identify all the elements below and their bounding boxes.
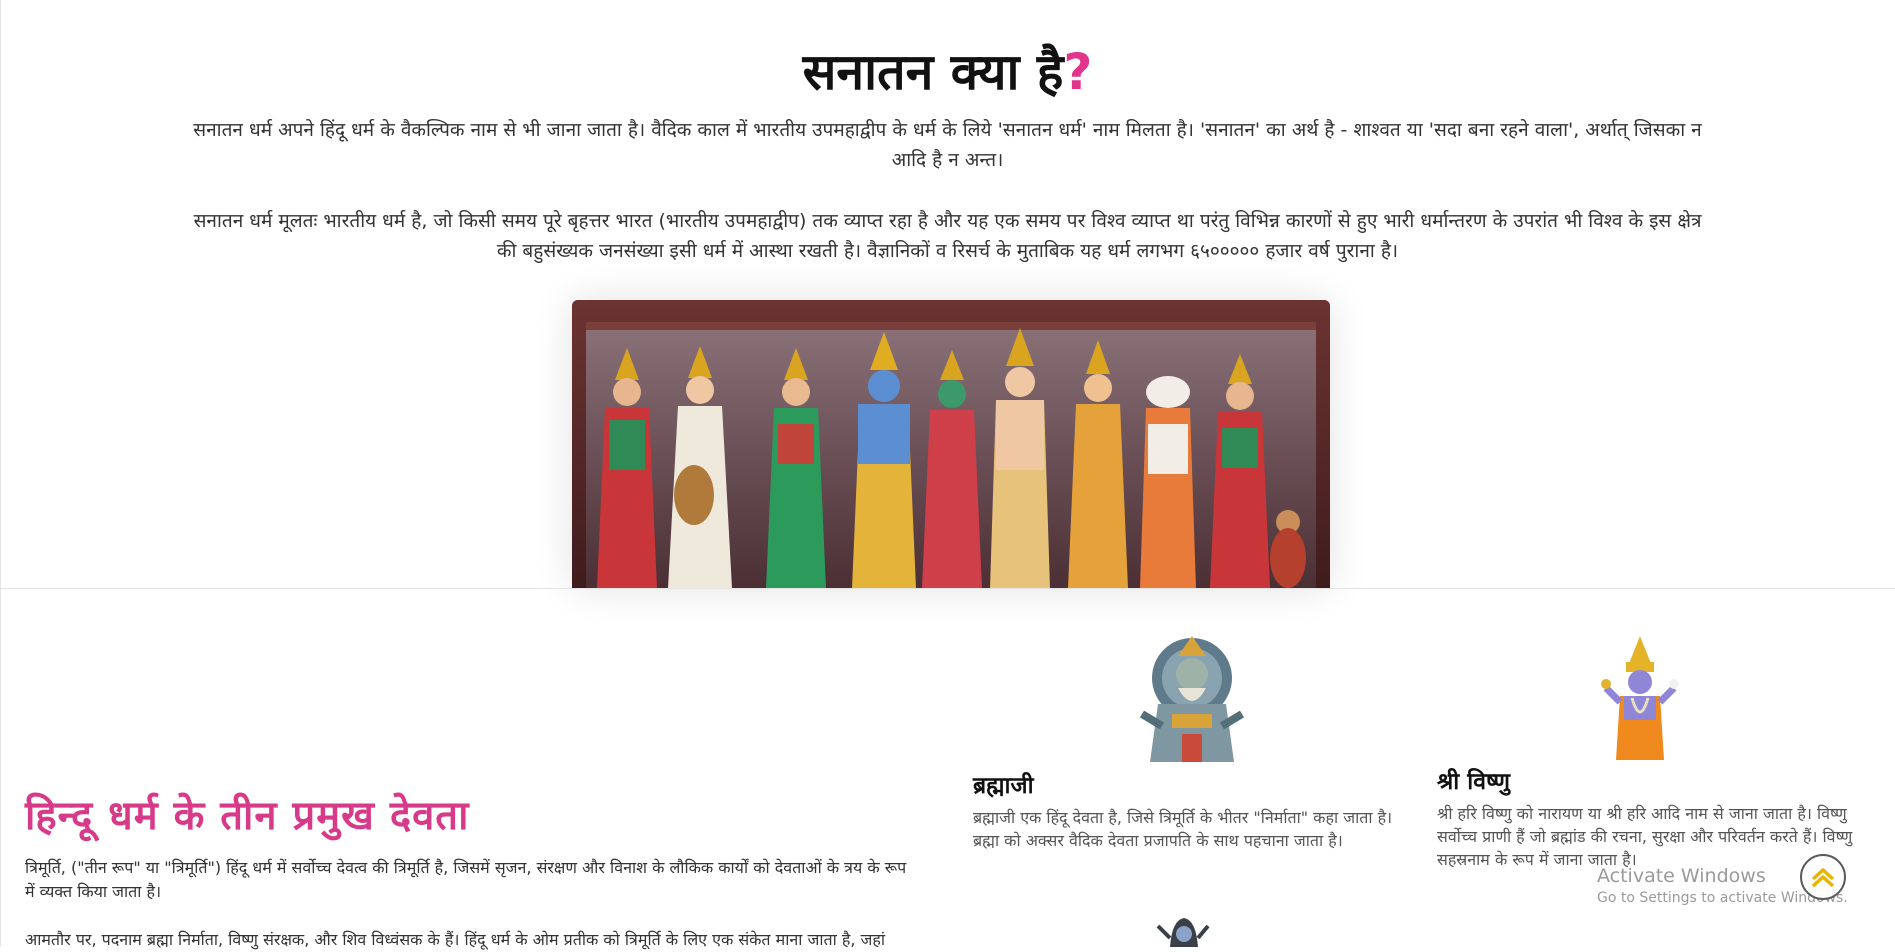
scroll-to-top-button[interactable] [1800, 854, 1846, 900]
deities-hero-image [572, 300, 1330, 588]
brahma-image [1139, 636, 1245, 762]
trimurti-paragraph-1: त्रिमूर्ति, ("तीन रूप" या "त्रिमूर्ति") … [25, 858, 907, 901]
sanatan-intro-section: सनातन क्या है? सनातन धर्म अपने हिंदू धर्… [0, 0, 1895, 588]
intro-paragraph-1: सनातन धर्म अपने हिंदू धर्म के वैकल्पिक न… [193, 119, 1702, 171]
chevron-up-icon [1811, 868, 1835, 888]
vishnu-image [1601, 636, 1679, 760]
page-title-question-mark: ? [1063, 43, 1093, 101]
page-title-text: सनातन क्या है [802, 43, 1064, 101]
trimurti-heading: हिन्दू धर्म के तीन प्रमुख देवता [25, 793, 470, 839]
intro-paragraph-2: सनातन धर्म मूलतः भारतीय धर्म है, जो किसी… [193, 210, 1702, 262]
brahma-name: ब्रह्माजी [973, 773, 1034, 799]
brahma-description: ब्रह्माजी एक हिंदू देवता है, जिसे त्रिमू… [973, 808, 1393, 850]
section-divider [0, 588, 1895, 589]
shiva-image [1156, 918, 1210, 947]
page-title: सनातन क्या है? [0, 42, 1895, 102]
vishnu-name: श्री विष्णु [1437, 769, 1511, 795]
trimurti-paragraph-2: आमतौर पर, पदनाम ब्रह्मा निर्माता, विष्णु… [25, 930, 886, 949]
